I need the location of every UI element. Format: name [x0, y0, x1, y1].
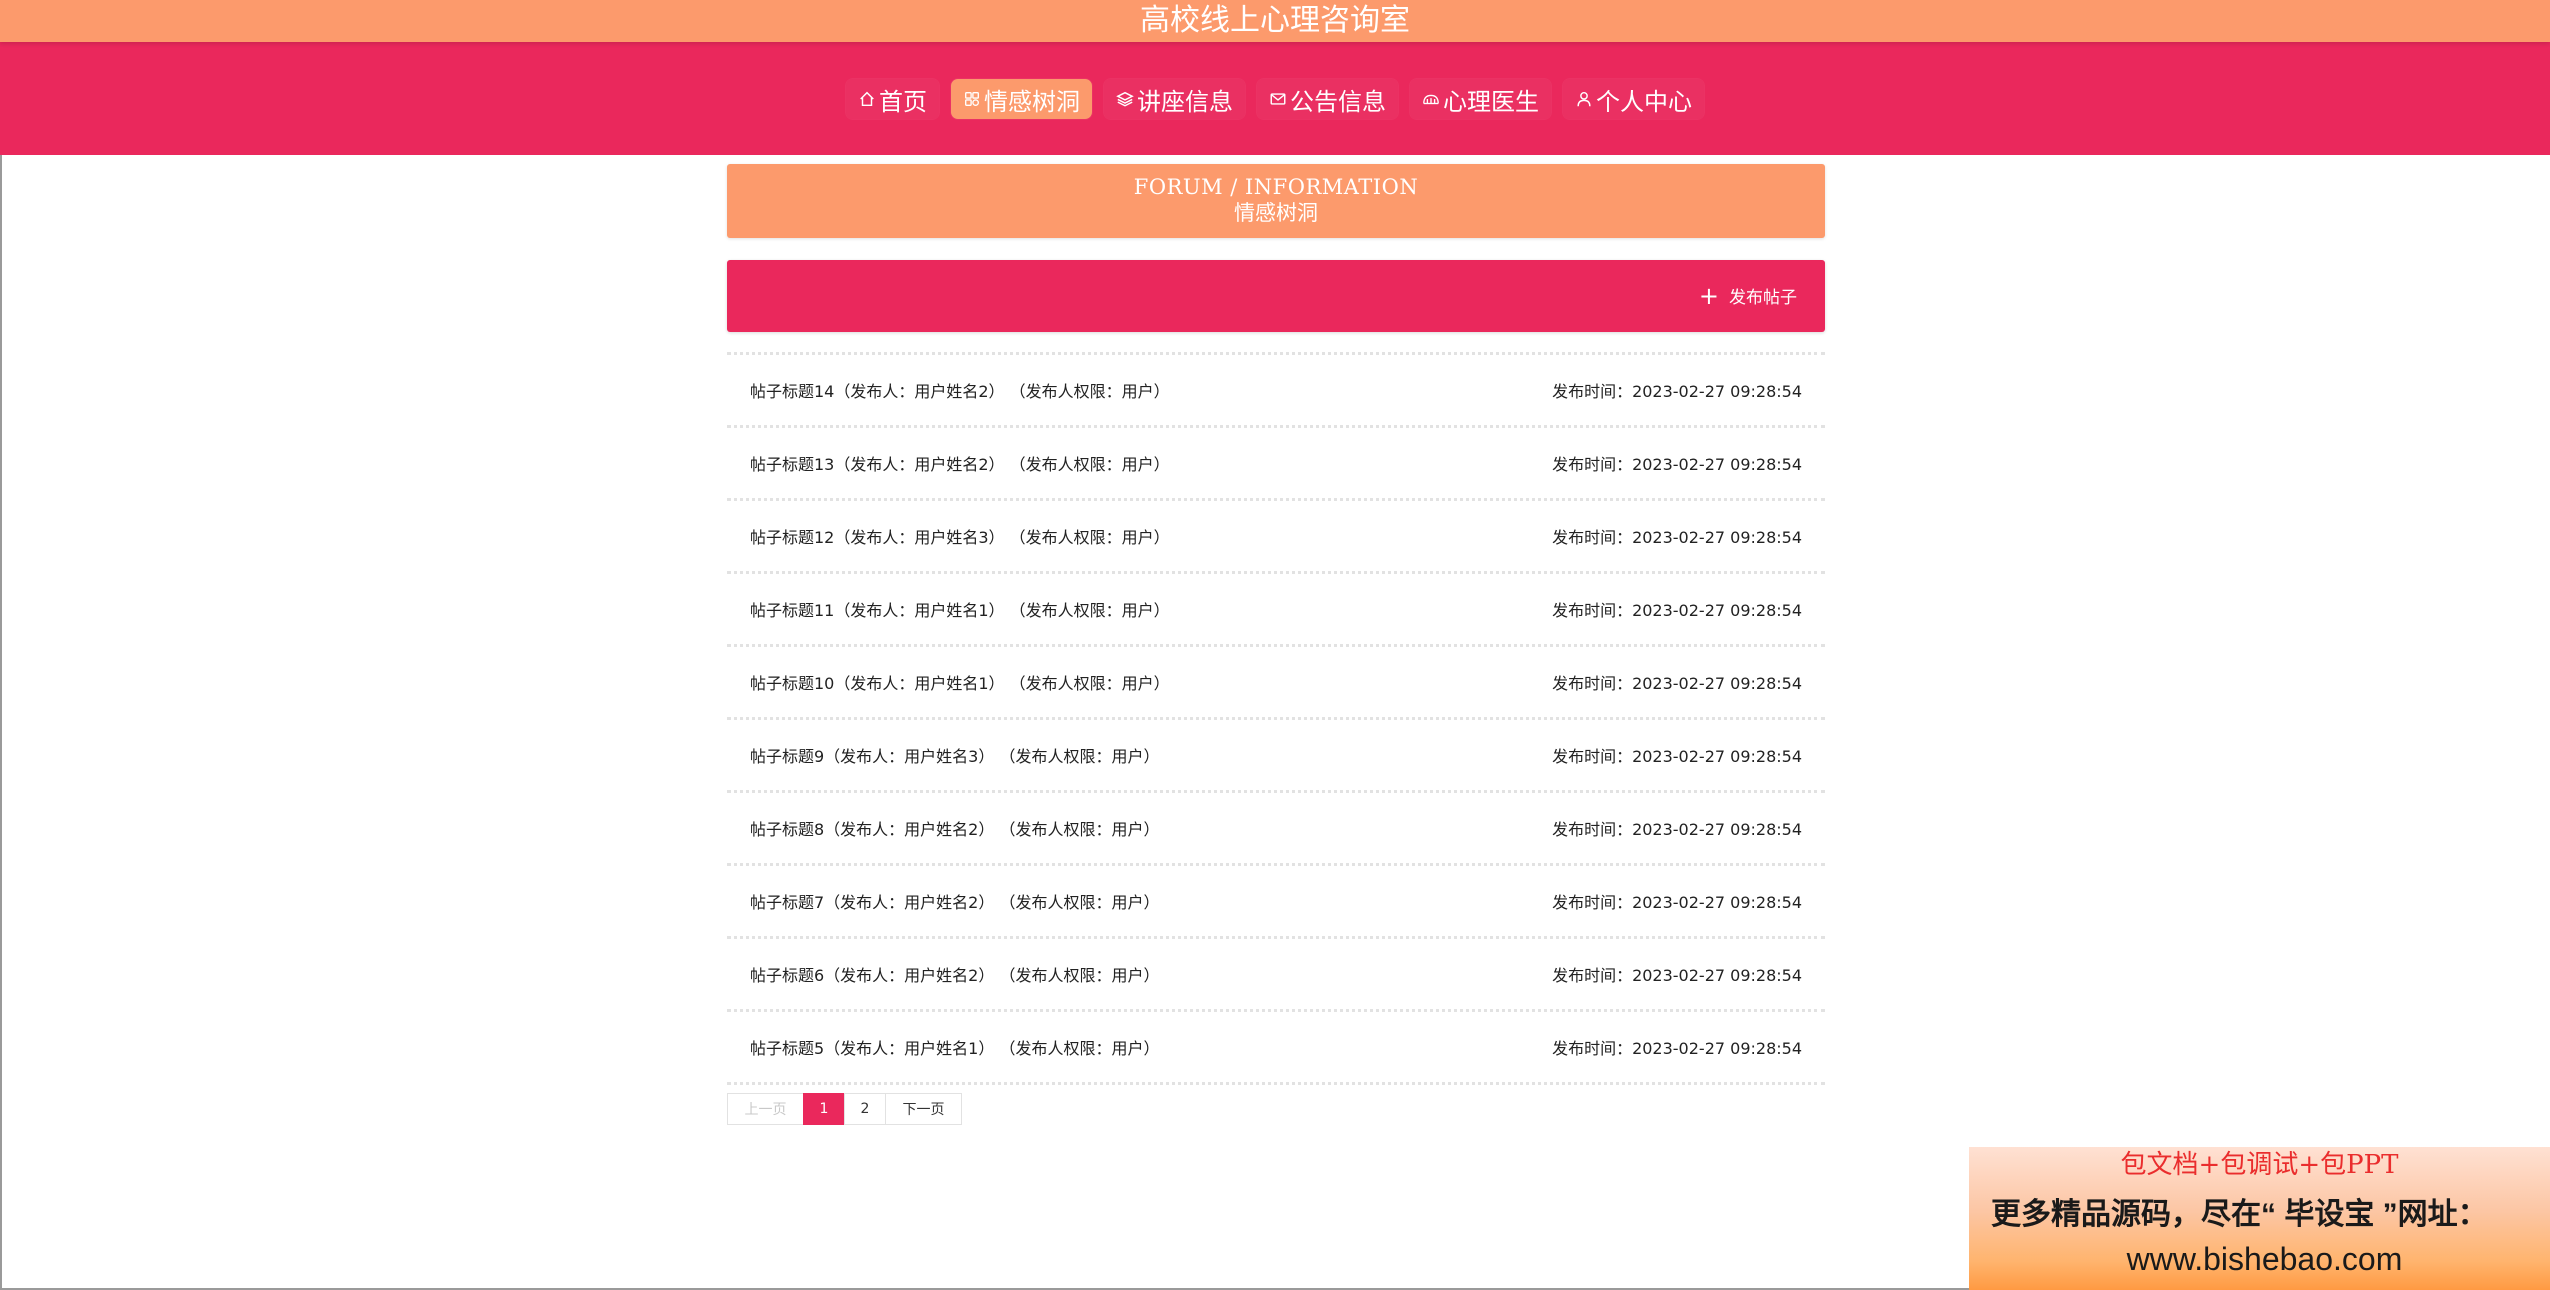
section-header: FORUM / INFORMATION 情感树洞 — [727, 164, 1825, 238]
nav-item-label: 讲座信息 — [1137, 87, 1233, 116]
post-title[interactable]: 帖子标题9（发布人：用户姓名3） （发布人权限：用户） — [750, 743, 1159, 767]
layers-icon — [1116, 91, 1134, 107]
post-time: 发布时间：2023-02-27 09:28:54 — [1552, 382, 1802, 401]
pagination: 上一页 1 2 下一页 — [727, 1093, 1825, 1125]
section-title-en: FORUM / INFORMATION — [1133, 175, 1419, 199]
post-row[interactable]: 帖子标题6（发布人：用户姓名2） （发布人权限：用户） 发布时间：2023-02… — [727, 936, 1825, 1009]
nav-item-label: 情感树洞 — [984, 87, 1080, 116]
prev-page-button[interactable]: 上一页 — [727, 1093, 804, 1125]
post-title[interactable]: 帖子标题14（发布人：用户姓名2） （发布人权限：用户） — [750, 378, 1170, 402]
mail-icon — [1270, 93, 1286, 105]
nav-item-label: 首页 — [879, 87, 927, 116]
home-icon — [860, 91, 874, 107]
post-time: 发布时间：2023-02-27 09:28:54 — [1552, 966, 1802, 985]
post-time: 发布时间：2023-02-27 09:28:54 — [1552, 747, 1802, 766]
post-row[interactable]: 帖子标题11（发布人：用户姓名1） （发布人权限：用户） 发布时间：2023-0… — [727, 571, 1825, 644]
post-time: 发布时间：2023-02-27 09:28:54 — [1552, 674, 1802, 693]
nav-item-label: 心理医生 — [1443, 87, 1539, 116]
post-title[interactable]: 帖子标题5（发布人：用户姓名1） （发布人权限：用户） — [750, 1035, 1159, 1059]
section-title-cn: 情感树洞 — [1234, 201, 1318, 225]
post-title[interactable]: 帖子标题12（发布人：用户姓名3） （发布人权限：用户） — [750, 524, 1170, 548]
promo-url[interactable]: www.bishebao.com — [1969, 1237, 2550, 1281]
post-time: 发布时间：2023-02-27 09:28:54 — [1552, 455, 1802, 474]
promo-banner[interactable]: 包文档+包调试+包PPT 更多精品源码，尽在“ 毕设宝 ”网址： www.bis… — [1969, 1147, 2550, 1290]
nav-item-tree-hole[interactable]: 情感树洞 — [951, 79, 1092, 119]
nav-item-profile[interactable]: 个人中心 — [1563, 79, 1704, 119]
page-button-1[interactable]: 1 — [803, 1093, 845, 1125]
promo-line-2: 更多精品源码，尽在“ 毕设宝 ”网址： — [1991, 1198, 2488, 1231]
post-row[interactable]: 帖子标题9（发布人：用户姓名3） （发布人权限：用户） 发布时间：2023-02… — [727, 717, 1825, 790]
main-content: FORUM / INFORMATION 情感树洞 + 发布帖子 帖子标题14（发… — [727, 164, 1825, 1125]
publish-post-button[interactable]: + 发布帖子 — [1698, 281, 1797, 310]
plus-icon: + — [1698, 281, 1719, 310]
nav-bar: 首页 情感树洞 讲座信息 公告信息 心理医生 个人中心 — [0, 42, 2550, 155]
post-row[interactable]: 帖子标题10（发布人：用户姓名1） （发布人权限：用户） 发布时间：2023-0… — [727, 644, 1825, 717]
doctor-icon — [1423, 94, 1439, 105]
nav-item-announcements[interactable]: 公告信息 — [1257, 79, 1398, 119]
post-time: 发布时间：2023-02-27 09:28:54 — [1552, 601, 1802, 620]
post-list: 帖子标题14（发布人：用户姓名2） （发布人权限：用户） 发布时间：2023-0… — [727, 352, 1825, 1085]
nav-item-doctors[interactable]: 心理医生 — [1410, 79, 1551, 119]
nav-item-label: 公告信息 — [1290, 87, 1386, 116]
post-title[interactable]: 帖子标题13（发布人：用户姓名2） （发布人权限：用户） — [750, 451, 1170, 475]
promo-line-1: 包文档+包调试+包PPT — [2120, 1150, 2399, 1180]
post-time: 发布时间：2023-02-27 09:28:54 — [1552, 528, 1802, 547]
user-icon — [1577, 91, 1591, 107]
page-button-2[interactable]: 2 — [844, 1093, 886, 1125]
post-time: 发布时间：2023-02-27 09:28:54 — [1552, 1039, 1802, 1058]
window-edge-left — [0, 155, 2, 1290]
nav-item-home[interactable]: 首页 — [846, 79, 939, 119]
post-row[interactable]: 帖子标题8（发布人：用户姓名2） （发布人权限：用户） 发布时间：2023-02… — [727, 790, 1825, 863]
next-page-button[interactable]: 下一页 — [885, 1093, 962, 1125]
post-row[interactable]: 帖子标题5（发布人：用户姓名1） （发布人权限：用户） 发布时间：2023-02… — [727, 1009, 1825, 1085]
post-row[interactable]: 帖子标题7（发布人：用户姓名2） （发布人权限：用户） 发布时间：2023-02… — [727, 863, 1825, 936]
nav-item-label: 个人中心 — [1596, 87, 1692, 116]
post-time: 发布时间：2023-02-27 09:28:54 — [1552, 893, 1802, 912]
post-row[interactable]: 帖子标题13（发布人：用户姓名2） （发布人权限：用户） 发布时间：2023-0… — [727, 425, 1825, 498]
nav-item-lectures[interactable]: 讲座信息 — [1104, 79, 1245, 119]
action-bar: + 发布帖子 — [727, 260, 1825, 332]
post-time: 发布时间：2023-02-27 09:28:54 — [1552, 820, 1802, 839]
post-row[interactable]: 帖子标题14（发布人：用户姓名2） （发布人权限：用户） 发布时间：2023-0… — [727, 352, 1825, 425]
post-title[interactable]: 帖子标题7（发布人：用户姓名2） （发布人权限：用户） — [750, 889, 1159, 913]
main-nav: 首页 情感树洞 讲座信息 公告信息 心理医生 个人中心 — [0, 79, 2550, 119]
post-title[interactable]: 帖子标题8（发布人：用户姓名2） （发布人权限：用户） — [750, 816, 1159, 840]
post-row[interactable]: 帖子标题12（发布人：用户姓名3） （发布人权限：用户） 发布时间：2023-0… — [727, 498, 1825, 571]
post-title[interactable]: 帖子标题6（发布人：用户姓名2） （发布人权限：用户） — [750, 962, 1159, 986]
post-title[interactable]: 帖子标题11（发布人：用户姓名1） （发布人权限：用户） — [750, 597, 1170, 621]
site-title: 高校线上心理咨询室 — [0, 0, 2550, 42]
page: 高校线上心理咨询室 首页 情感树洞 讲座信息 公告信息 心理医生 个人中心 FO… — [0, 0, 2550, 1290]
tree-hole-icon — [965, 92, 979, 106]
post-title[interactable]: 帖子标题10（发布人：用户姓名1） （发布人权限：用户） — [750, 670, 1170, 694]
publish-post-label: 发布帖子 — [1729, 288, 1797, 308]
